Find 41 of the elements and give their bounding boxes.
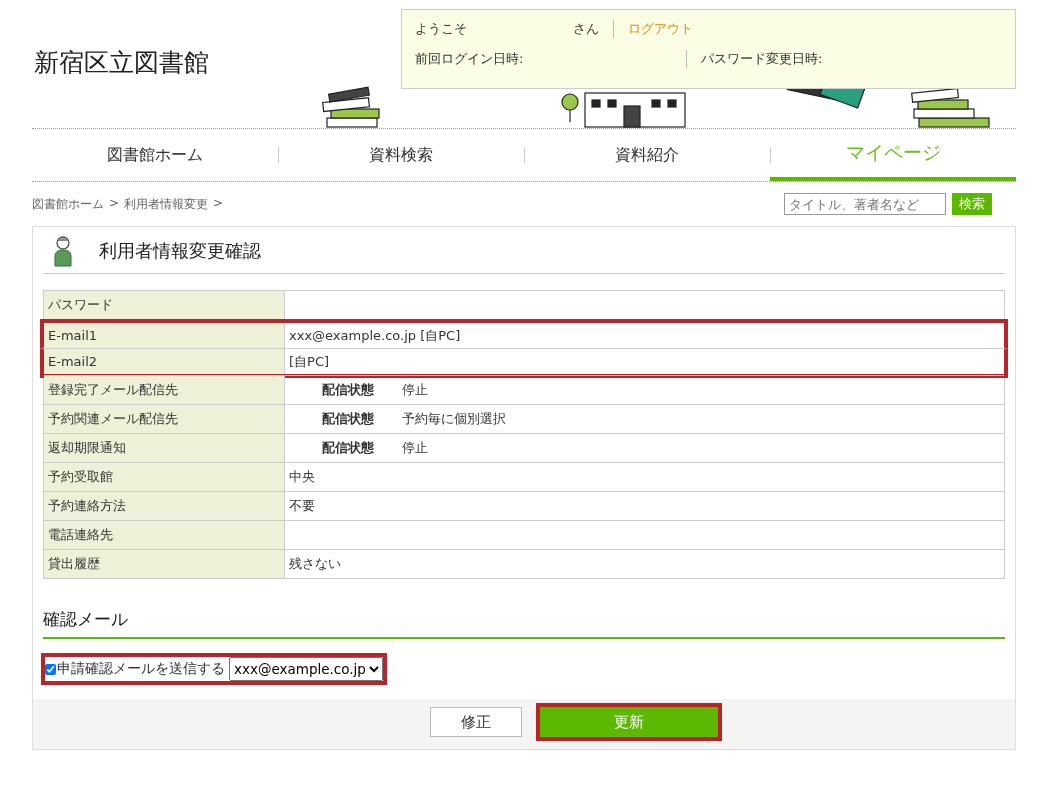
nav-tab[interactable]: 資料検索 [278, 129, 524, 181]
field-label: 登録完了メール配信先 [44, 376, 285, 404]
site-title[interactable]: 新宿区立図書館 [34, 46, 209, 79]
last-login-label: 前回ログイン日時: [410, 50, 687, 68]
nav-tab[interactable]: 図書館ホーム [32, 129, 278, 181]
greeting-text: ようこそ [414, 20, 468, 38]
field-label: 貸出履歴 [44, 550, 285, 578]
section-heading: 確認メール [43, 609, 1005, 639]
field-value: 予約毎に個別選択 [402, 410, 506, 428]
address-dropdown[interactable]: xxx@example.co.jp [229, 657, 383, 681]
field-label: パスワード [44, 291, 285, 319]
field-label: 予約受取館 [44, 463, 285, 491]
field-value: 停止 [402, 439, 428, 457]
page-title: 利用者情報変更確認 [99, 239, 261, 263]
breadcrumb-link[interactable]: 利用者情報変更 [124, 195, 209, 213]
edit-button[interactable]: 修正 [430, 707, 522, 737]
status-label: 配信状態 [322, 381, 375, 399]
honorific-text: さん [573, 20, 614, 38]
search-field[interactable]: タイトル、著者名など [784, 193, 946, 215]
send-mail-checkbox[interactable] [45, 663, 56, 675]
status-label: 配信状態 [322, 439, 375, 457]
breadcrumb-link[interactable]: 図書館ホーム [32, 195, 104, 213]
nav-tab[interactable]: 資料紹介 [524, 129, 770, 181]
field-label: E-mail1 [44, 323, 285, 348]
password-changed-label: パスワード変更日時: [701, 50, 823, 68]
breadcrumb-separator: > [109, 195, 120, 212]
field-label: 返却期限通知 [44, 434, 285, 462]
field-value: 停止 [402, 381, 428, 399]
field-label: 予約連絡方法 [44, 492, 285, 520]
field-value: 中央 [289, 468, 315, 486]
field-value: 残さない [289, 555, 341, 573]
person-icon [53, 235, 73, 267]
field-label: 電話連絡先 [44, 521, 285, 549]
field-value: 不要 [289, 497, 315, 515]
field-label: 予約関連メール配信先 [44, 405, 285, 433]
field-value: xxx@example.co.jp [自PC] [289, 326, 461, 345]
status-label: 配信状態 [322, 410, 375, 428]
field-value: [自PC] [289, 352, 330, 371]
field-label: E-mail2 [44, 349, 285, 374]
breadcrumb-separator: > [213, 195, 224, 212]
checkbox-label[interactable]: 申請確認メールを送信する [57, 660, 225, 678]
